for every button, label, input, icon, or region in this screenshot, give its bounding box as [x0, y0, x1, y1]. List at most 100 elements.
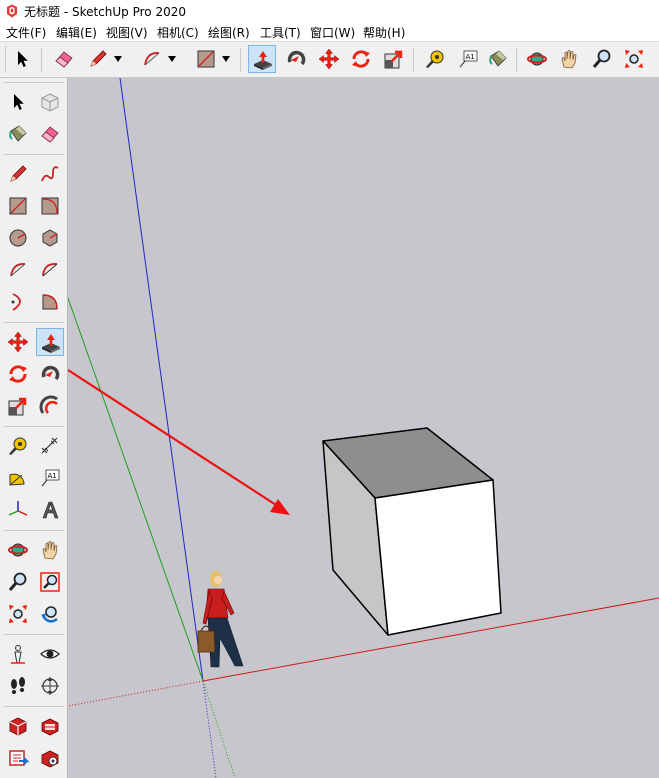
lt-tape-measure-button[interactable] — [4, 432, 32, 460]
menu-draw[interactable]: 绘图(R) — [208, 24, 250, 41]
text-label-icon: A1 — [41, 469, 60, 487]
tool-scale-button[interactable] — [380, 45, 408, 73]
lt-extension-warehouse-button[interactable] — [36, 712, 64, 740]
toolbar-grip — [4, 82, 64, 83]
lt-move-button[interactable] — [4, 328, 32, 356]
lt-3d-text-button[interactable] — [36, 496, 64, 524]
tool-move-button[interactable] — [315, 45, 343, 73]
lt-look-around-button[interactable] — [36, 640, 64, 668]
lt-dimension-button[interactable] — [36, 432, 64, 460]
lt-offset-button[interactable] — [36, 392, 64, 420]
lt-zoom-extents-button[interactable] — [4, 600, 32, 628]
menu-edit[interactable]: 编辑(E) — [56, 24, 97, 41]
arc-dropdown[interactable] — [167, 45, 177, 73]
lt-arc-button[interactable] — [4, 256, 32, 284]
box-3d-model[interactable] — [322, 427, 502, 636]
lt-walk-button[interactable] — [4, 672, 32, 700]
lt-three-point-arc-button[interactable] — [4, 288, 32, 316]
rectangle-icon — [197, 50, 215, 68]
tool-select-button[interactable] — [8, 45, 36, 73]
lt-rectangle-button[interactable] — [4, 192, 32, 220]
tool-push-pull-button[interactable] — [248, 45, 276, 73]
toolbar-separator — [4, 706, 64, 707]
lt-extension-manager-button[interactable] — [36, 744, 64, 772]
eraser-icon — [55, 51, 73, 68]
tool-text-button[interactable]: A1 — [454, 45, 482, 73]
menu-file[interactable]: 文件(F) — [6, 24, 46, 41]
lt-select-button[interactable] — [4, 88, 32, 116]
zoom-extents-icon — [9, 605, 27, 623]
lt-make-component-button[interactable] — [36, 88, 64, 116]
lt-circle-button[interactable] — [4, 224, 32, 252]
menu-view[interactable]: 视图(V) — [106, 24, 148, 41]
tool-tape-measure-button[interactable] — [421, 45, 449, 73]
lt-two-point-arc-button[interactable] — [36, 256, 64, 284]
scale-icon — [384, 50, 403, 69]
lt-position-camera-button[interactable] — [4, 640, 32, 668]
lt-scale-button[interactable] — [4, 392, 32, 420]
lt-rotated-rectangle-button[interactable] — [36, 192, 64, 220]
human-figure[interactable] — [197, 571, 244, 668]
lt-pan-button[interactable] — [36, 536, 64, 564]
tool-paint-bucket-button[interactable] — [484, 45, 512, 73]
toolbar-separator — [4, 530, 64, 531]
lt-protractor-button[interactable] — [4, 464, 32, 492]
lt-3d-warehouse-button[interactable] — [4, 712, 32, 740]
lt-zoom-button[interactable] — [4, 568, 32, 596]
toolbar-separator — [4, 154, 64, 155]
lt-push-pull-button[interactable] — [36, 328, 64, 356]
window-title: 无标题 - SketchUp Pro 2020 — [24, 5, 186, 19]
tool-rectangle-button[interactable] — [192, 45, 220, 73]
text-tool-label: A1 — [48, 472, 57, 480]
tool-pencil-button[interactable] — [84, 45, 112, 73]
sketchup-logo-icon — [7, 4, 17, 18]
lt-text-button[interactable]: A1 — [36, 464, 64, 492]
rotate-icon — [9, 365, 27, 383]
follow-me-icon — [287, 50, 306, 66]
red-axis-dotted — [68, 680, 204, 707]
lt-section-plane-button[interactable] — [36, 672, 64, 700]
lt-axes-button[interactable] — [4, 496, 32, 524]
tool-pan-button[interactable] — [555, 45, 583, 73]
tool-zoom-button[interactable] — [588, 45, 616, 73]
annotation-arrow — [68, 369, 290, 515]
zoom-window-icon — [40, 572, 60, 592]
lt-send-to-layout-button[interactable] — [4, 744, 32, 772]
lt-polygon-button[interactable] — [36, 224, 64, 252]
menu-bar: 文件(F) 编辑(E) 视图(V) 相机(C) 绘图(R) 工具(T) 窗口(W… — [0, 22, 659, 41]
lt-freehand-button[interactable] — [36, 160, 64, 188]
lt-line-button[interactable] — [4, 160, 32, 188]
lt-rotate-button[interactable] — [4, 360, 32, 388]
lt-eraser-button[interactable] — [36, 120, 64, 148]
lt-pie-button[interactable] — [36, 288, 64, 316]
lt-follow-me-button[interactable] — [36, 360, 64, 388]
toolbar-separator — [41, 48, 42, 72]
extension-warehouse-icon — [41, 718, 59, 736]
menu-tools[interactable]: 工具(T) — [260, 24, 301, 41]
lt-zoom-window-button[interactable] — [36, 568, 64, 596]
lt-orbit-button[interactable] — [4, 536, 32, 564]
tool-rotate-button[interactable] — [347, 45, 375, 73]
pan-hand-icon — [561, 50, 577, 69]
three-point-arc-icon — [11, 293, 21, 311]
menu-camera[interactable]: 相机(C) — [157, 24, 199, 41]
tool-follow-me-button[interactable] — [282, 45, 310, 73]
section-plane-icon — [41, 677, 59, 695]
3d-viewport[interactable] — [68, 78, 659, 778]
tool-eraser-button[interactable] — [50, 45, 78, 73]
lt-previous-view-button[interactable] — [36, 600, 64, 628]
rectangle-dropdown[interactable] — [221, 45, 231, 73]
tool-orbit-button[interactable] — [523, 45, 551, 73]
menu-help[interactable]: 帮助(H) — [363, 24, 405, 41]
blue-axis-line — [119, 78, 204, 682]
pencil-dropdown[interactable] — [113, 45, 123, 73]
large-tool-set-toolbar: A1 — [0, 78, 68, 778]
lt-paint-bucket-button[interactable] — [4, 120, 32, 148]
tool-zoom-extents-button[interactable] — [620, 45, 648, 73]
tool-arc-button[interactable] — [138, 45, 166, 73]
menu-window[interactable]: 窗口(W) — [310, 24, 355, 41]
warehouse-icon — [9, 717, 27, 736]
zoom-magnifier-icon — [8, 572, 27, 591]
tape-measure-icon — [426, 50, 444, 68]
toolbar-separator — [516, 48, 517, 72]
